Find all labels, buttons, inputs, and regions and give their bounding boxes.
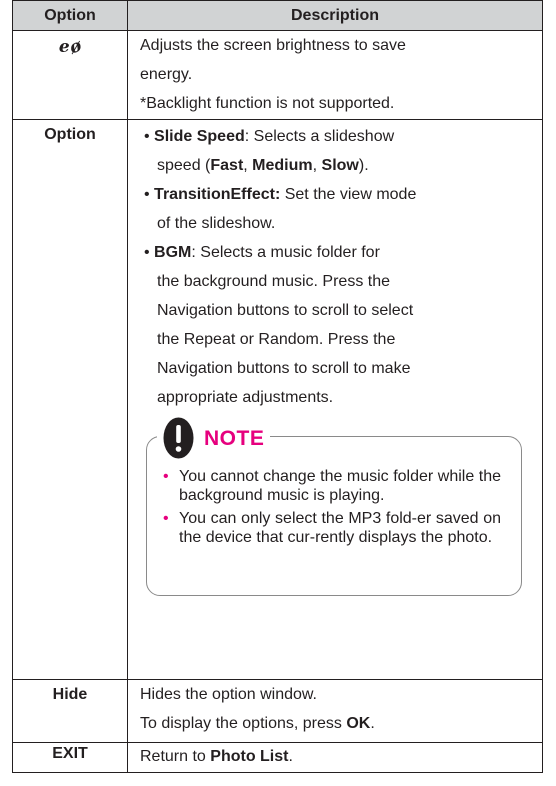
options-table: Option Description eø Adjusts the screen… — [12, 0, 543, 773]
energy-saving-icon: eø — [12, 30, 128, 120]
energy-desc-line2: energy. — [140, 66, 193, 83]
note-item: • You can only select the MP3 fold-er sav… — [163, 509, 501, 547]
note-item-text: You cannot change the music folder while… — [179, 468, 501, 504]
note-item: • You cannot change the music folder whil… — [163, 467, 501, 505]
energy-desc-line3: *Backlight function is not supported. — [140, 95, 395, 112]
table-row-option: Option • Slide Speed: Selects a slidesho… — [12, 119, 543, 680]
hide-desc-line1: Hides the option window. — [140, 686, 317, 703]
bgm-cont-2: Navigation buttons to scroll to select — [157, 302, 414, 319]
transition-cont: of the slideshow. — [157, 215, 276, 232]
note-item-text: You can only select the MP3 fold-er save… — [179, 510, 501, 546]
energy-desc-line1: Adjusts the screen brightness to save — [140, 37, 406, 54]
bgm-cont-4: Navigation buttons to scroll to make — [157, 360, 411, 377]
exit-key: EXIT — [12, 742, 128, 773]
energy-description: Adjusts the screen brightness to save en… — [127, 30, 543, 120]
transition-text: Set the view mode — [280, 186, 417, 203]
bgm-cont-5: appropriate adjustments. — [157, 389, 334, 406]
bgm-text: : Selects a music folder for — [191, 244, 380, 261]
transition-label: TransitionEffect: — [154, 186, 281, 203]
slide-speed-text: : Selects a slideshow — [244, 128, 395, 145]
slide-speed-cont: speed (Fast, Medium, Slow). — [157, 157, 369, 174]
bgm-cont-1: the background music. Press the — [157, 273, 391, 290]
hide-key: Hide — [12, 679, 128, 743]
bgm-label: BGM — [154, 244, 192, 261]
bgm-line: • BGM: Selects a music folder for — [144, 244, 380, 261]
note-box: NOTE • You cannot change the music folder… — [146, 417, 522, 596]
speed-medium: Medium — [252, 157, 313, 174]
slide-speed-label: Slide Speed — [154, 128, 245, 145]
option-key: Option — [12, 119, 128, 680]
transition-line: • TransitionEffect: Set the view mode — [144, 186, 417, 203]
table-row-energy: eø Adjusts the screen brightness to save… — [12, 30, 543, 120]
exit-desc-post: . — [288, 748, 293, 765]
option-description: • Slide Speed: Selects a slideshow speed… — [127, 119, 543, 680]
table-header-row: Option Description — [12, 0, 543, 31]
hide-desc-pre: To display the options, press — [140, 715, 347, 732]
hide-description: Hides the option window. To display the … — [127, 679, 543, 743]
table-row-hide: Hide Hides the option window. To display… — [12, 679, 543, 743]
bullet-icon: • — [163, 510, 169, 527]
table-row-exit: EXIT Return to Photo List. — [12, 742, 543, 773]
hide-desc-line2: To display the options, press OK. — [140, 709, 542, 738]
warning-icon — [163, 417, 194, 459]
bgm-cont-3: the Repeat or Random. Press the — [157, 331, 396, 348]
hide-ok: OK — [346, 715, 371, 732]
bullet-icon: • — [163, 468, 169, 485]
exit-photo-list: Photo List — [210, 748, 289, 765]
slide-speed-cont-post: ). — [358, 157, 369, 174]
header-option: Option — [12, 0, 128, 31]
exit-desc-pre: Return to — [140, 748, 211, 765]
slide-speed-line: • Slide Speed: Selects a slideshow — [144, 128, 395, 145]
header-description: Description — [127, 0, 543, 31]
speed-slow: Slow — [321, 157, 359, 174]
hide-desc-post: . — [370, 715, 375, 732]
note-items: • You cannot change the music folder whil… — [163, 467, 501, 551]
exit-description: Return to Photo List. — [127, 742, 543, 773]
note-header: NOTE — [157, 417, 271, 459]
slide-speed-cont-pre: speed ( — [157, 157, 211, 174]
note-title: NOTE — [204, 426, 265, 450]
speed-fast: Fast — [210, 157, 244, 174]
